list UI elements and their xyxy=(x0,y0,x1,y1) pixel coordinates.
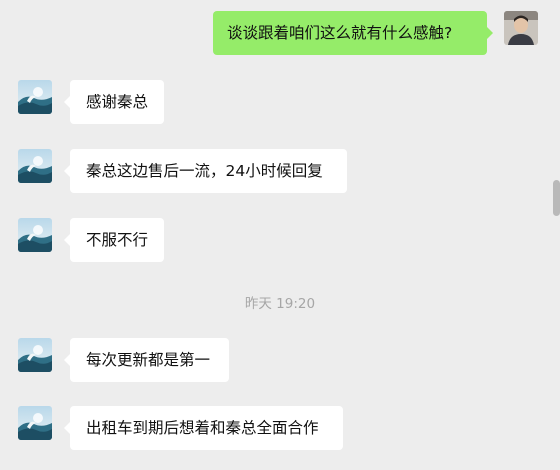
ocean-wave-avatar-icon xyxy=(18,80,52,114)
ocean-wave-avatar-icon xyxy=(18,406,52,440)
message-bubble-sent[interactable]: 谈谈跟着咱们这么就有什么感触? xyxy=(213,11,487,55)
contact-avatar[interactable] xyxy=(18,338,52,372)
message-text: 出租车到期后想着和秦总全面合作 xyxy=(86,419,319,437)
contact-avatar[interactable] xyxy=(18,80,52,114)
contact-avatar[interactable] xyxy=(18,406,52,440)
ocean-wave-avatar-icon xyxy=(18,218,52,252)
message-bubble-received[interactable]: 感谢秦总 xyxy=(70,80,164,124)
message-bubble-received[interactable]: 出租车到期后想着和秦总全面合作 xyxy=(70,406,343,450)
message-text: 秦总这边售后一流，24小时候回复 xyxy=(86,162,323,180)
bubble-tail xyxy=(487,27,493,39)
my-avatar[interactable] xyxy=(504,11,538,45)
message-bubble-received[interactable]: 每次更新都是第一 xyxy=(70,338,229,382)
message-text: 不服不行 xyxy=(86,231,149,249)
contact-avatar[interactable] xyxy=(18,218,52,252)
contact-avatar[interactable] xyxy=(18,149,52,183)
message-text: 感谢秦总 xyxy=(86,93,149,111)
timestamp-divider: 昨天 19:20 xyxy=(244,296,316,312)
user-photo-avatar-icon xyxy=(504,11,538,45)
ocean-wave-avatar-icon xyxy=(18,149,52,183)
message-text: 谈谈跟着咱们这么就有什么感触? xyxy=(227,24,453,42)
message-text: 每次更新都是第一 xyxy=(86,351,211,369)
scrollbar-thumb[interactable] xyxy=(553,180,560,216)
ocean-wave-avatar-icon xyxy=(18,338,52,372)
message-bubble-received[interactable]: 秦总这边售后一流，24小时候回复 xyxy=(70,149,347,193)
message-bubble-received[interactable]: 不服不行 xyxy=(70,218,164,262)
